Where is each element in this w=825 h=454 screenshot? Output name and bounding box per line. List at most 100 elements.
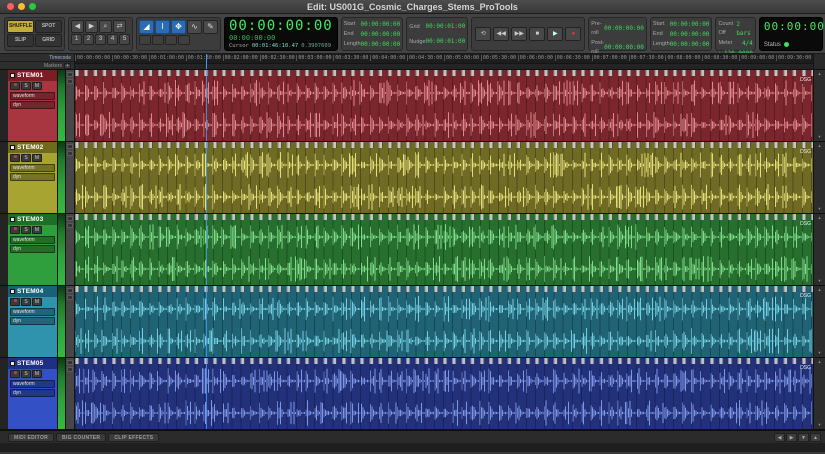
record-enable-button[interactable] <box>10 298 20 306</box>
automation-mode-selector[interactable]: dyn <box>10 173 55 181</box>
grid-mode-button[interactable]: GRID <box>35 33 62 47</box>
link-timeline-icon[interactable]: ⇄ <box>113 19 126 33</box>
selector-tool-icon[interactable]: I <box>155 19 170 34</box>
transport-length-value[interactable]: 00:00:00:00 <box>670 40 710 49</box>
track-select-chip[interactable] <box>10 289 15 294</box>
track-controls-column[interactable] <box>66 286 75 357</box>
zoom-preset-button[interactable]: 1 <box>71 33 82 45</box>
track-down-icon[interactable]: ▼ <box>818 423 822 427</box>
zoomer-tool-icon[interactable]: ⌕ <box>99 19 112 33</box>
add-marker-icon[interactable]: + <box>64 62 71 69</box>
transport-start-value[interactable]: 00:00:00:00 <box>670 20 710 29</box>
track-select-chip[interactable] <box>10 73 15 78</box>
track-lane[interactable]: DSG <box>75 70 813 141</box>
track-lane[interactable]: DSG <box>75 214 813 285</box>
mute-button[interactable]: M <box>32 226 42 234</box>
zoom-out-icon[interactable]: ◀ <box>71 19 84 33</box>
track-height-controls[interactable]: ▲ ▼ <box>813 142 825 213</box>
record-enable-button[interactable] <box>10 226 20 234</box>
bottom-tab-big-counter[interactable]: BIG COUNTER <box>56 432 107 442</box>
track-down-icon[interactable]: ▼ <box>818 135 822 139</box>
postroll-value[interactable]: 00:00:00:00 <box>604 43 644 52</box>
track-name-bar[interactable]: STEM05 <box>8 358 57 369</box>
track-header[interactable]: STEM05 S M waveform dyn <box>8 358 58 429</box>
bottom-tab-clip-effects[interactable]: CLIP EFFECTS <box>108 432 160 442</box>
zoom-in-icon[interactable]: ▶ <box>85 19 98 33</box>
tool-option-button[interactable] <box>165 34 177 45</box>
stop-button[interactable]: ■ <box>529 26 546 41</box>
record-enable-button[interactable] <box>10 154 20 162</box>
zoom-preset-button[interactable]: 4 <box>107 33 118 45</box>
close-window-button[interactable] <box>7 3 14 10</box>
fast-forward-button[interactable]: ▶▶ <box>511 26 528 41</box>
mute-button[interactable]: M <box>32 298 42 306</box>
tool-option-button[interactable] <box>178 34 190 45</box>
track-header[interactable]: STEM04 S M waveform dyn <box>8 286 58 357</box>
nudge-value[interactable]: 00:00:01:00 <box>426 35 466 49</box>
automation-mode-selector[interactable]: dyn <box>10 389 55 397</box>
spot-mode-button[interactable]: SPOT <box>35 19 62 33</box>
track-up-icon[interactable]: ▲ <box>818 288 822 292</box>
track-view-selector[interactable]: waveform <box>10 380 55 388</box>
track-name-bar[interactable]: STEM03 <box>8 214 57 225</box>
slip-mode-button[interactable]: SLIP <box>7 33 34 47</box>
mute-button[interactable]: M <box>32 370 42 378</box>
track-select-chip[interactable] <box>10 145 15 150</box>
track-controls-column[interactable] <box>66 70 75 141</box>
track-select-chip[interactable] <box>10 361 15 366</box>
sub-counter-value[interactable]: 00:00:00:00 <box>229 34 333 42</box>
preroll-value[interactable]: 00:00:00:00 <box>604 24 644 33</box>
track-down-icon[interactable]: ▼ <box>818 207 822 211</box>
zoom-preset-button[interactable]: 3 <box>95 33 106 45</box>
pencil-tool-icon[interactable]: ✎ <box>203 19 218 34</box>
track-height-controls[interactable]: ▲ ▼ <box>813 70 825 141</box>
bottom-tab-midi-editor[interactable]: MIDI EDITOR <box>8 432 55 442</box>
horizontal-zoom-in-icon[interactable]: ▲ <box>810 432 821 442</box>
track-controls-column[interactable] <box>66 358 75 429</box>
track-header[interactable]: STEM02 S M waveform dyn <box>8 142 58 213</box>
trim-tool-icon[interactable]: ◢ <box>139 19 154 34</box>
track-up-icon[interactable]: ▲ <box>818 216 822 220</box>
timecode-ruler-label[interactable]: Timecode <box>49 55 71 61</box>
solo-button[interactable]: S <box>21 226 31 234</box>
selection-length-value[interactable]: 00:00:00:00 <box>361 40 401 49</box>
track-lane[interactable]: DSG <box>75 142 813 213</box>
mute-button[interactable]: M <box>32 154 42 162</box>
main-counter-value[interactable]: 00:00:00:00 <box>229 18 333 34</box>
automation-mode-selector[interactable]: dyn <box>10 317 55 325</box>
grabber-tool-icon[interactable]: ✥ <box>171 19 186 34</box>
zoom-window-button[interactable] <box>29 3 36 10</box>
track-header[interactable]: STEM03 S M waveform dyn <box>8 214 58 285</box>
track-height-controls[interactable]: ▲ ▼ <box>813 286 825 357</box>
solo-button[interactable]: S <box>21 82 31 90</box>
track-select-chip[interactable] <box>10 217 15 222</box>
track-view-selector[interactable]: waveform <box>10 164 55 172</box>
record-enable-button[interactable] <box>10 82 20 90</box>
transport-end-value[interactable]: 00:00:00:00 <box>670 30 710 39</box>
timecode-ruler[interactable]: 00:00:00:00 00:00:30:00 00:01:00:00 00:01:3… <box>75 54 813 63</box>
rewind-button[interactable]: ◀◀ <box>493 26 510 41</box>
selection-start-value[interactable]: 00:00:00:00 <box>361 20 401 29</box>
selection-end-value[interactable]: 00:00:00:00 <box>361 30 401 39</box>
track-up-icon[interactable]: ▲ <box>818 72 822 76</box>
track-down-icon[interactable]: ▼ <box>818 351 822 355</box>
track-height-controls[interactable]: ▲ ▼ <box>813 358 825 429</box>
track-lane[interactable]: DSG <box>75 358 813 429</box>
tool-option-button[interactable] <box>152 34 164 45</box>
meter-value[interactable]: 4/4 <box>742 39 753 48</box>
scroll-left-icon[interactable]: ◀ <box>774 432 785 442</box>
shuffle-mode-button[interactable]: SHUFFLE <box>7 19 34 33</box>
playhead-marker[interactable] <box>205 54 207 69</box>
mute-button[interactable]: M <box>32 82 42 90</box>
record-enable-button[interactable] <box>10 370 20 378</box>
track-up-icon[interactable]: ▲ <box>818 360 822 364</box>
track-view-selector[interactable]: waveform <box>10 308 55 316</box>
zoom-preset-button[interactable]: 2 <box>83 33 94 45</box>
record-button[interactable]: ● <box>565 26 582 41</box>
play-button[interactable]: ▶ <box>547 26 564 41</box>
automation-mode-selector[interactable]: dyn <box>10 245 55 253</box>
timeline-ruler[interactable]: 00:00:00:00 00:00:30:00 00:01:00:00 00:01:3… <box>75 54 813 69</box>
minimize-window-button[interactable] <box>18 3 25 10</box>
markers-ruler-label[interactable]: Markers <box>44 63 62 69</box>
zoom-preset-button[interactable]: 5 <box>119 33 130 45</box>
